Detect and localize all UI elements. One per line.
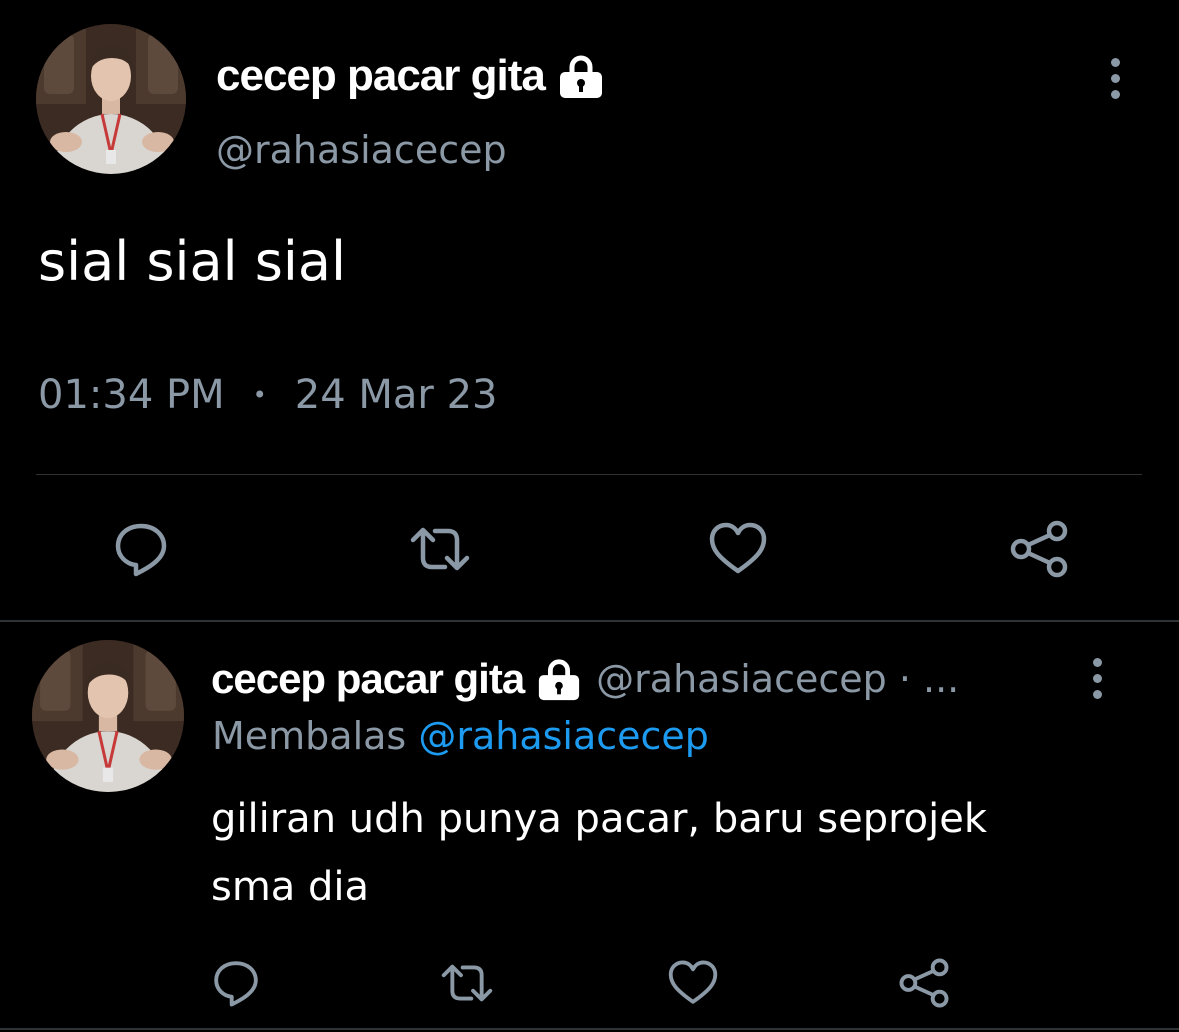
lock-icon (536, 656, 582, 702)
retweet-icon (441, 964, 493, 1002)
separator-dot: • (252, 381, 267, 409)
avatar[interactable] (36, 24, 186, 174)
reply-button[interactable] (108, 516, 174, 582)
reply-icon (115, 523, 167, 577)
reply-text-line-1: giliran udh punya pacar, baru seprojek (211, 796, 988, 842)
display-name[interactable]: cecep pacar gita (211, 655, 525, 703)
reply-button[interactable] (208, 955, 264, 1011)
handle[interactable]: @rahasiacecep (216, 128, 507, 172)
tweet-time: 01:34 PM (38, 372, 225, 418)
retweet-icon (410, 527, 470, 571)
avatar[interactable] (32, 640, 184, 792)
share-icon (1010, 520, 1068, 578)
display-name[interactable]: cecep pacar gita (216, 51, 546, 101)
tweet-timestamp: 01:34 PM • 24 Mar 23 (38, 372, 497, 418)
replying-to: Membalas @rahasiacecep (212, 714, 709, 758)
reply-text-line-2: sma dia (211, 864, 370, 910)
section-divider (0, 620, 1179, 622)
lock-icon (557, 52, 605, 100)
more-vertical-icon[interactable] (1085, 658, 1109, 699)
tweet-text: sial sial sial (38, 230, 347, 293)
share-button[interactable] (896, 955, 952, 1011)
bottom-divider (0, 1028, 1179, 1030)
handle-meta[interactable]: @rahasiacecep · ... (596, 657, 959, 701)
replying-mention-link[interactable]: @rahasiacecep (418, 714, 709, 758)
share-icon (899, 958, 949, 1008)
like-button[interactable] (705, 516, 771, 582)
retweet-button[interactable] (405, 516, 475, 582)
tweet-date: 24 Mar 23 (294, 372, 498, 418)
like-button[interactable] (665, 955, 721, 1011)
retweet-button[interactable] (437, 955, 497, 1011)
replying-prefix: Membalas (212, 714, 407, 758)
like-icon (668, 960, 718, 1004)
share-button[interactable] (1006, 516, 1072, 582)
like-icon (709, 522, 767, 574)
reply-icon (214, 961, 258, 1007)
divider (36, 474, 1142, 475)
main-tweet: cecep pacar gita @rahasiacecep sial sial… (0, 0, 1179, 620)
more-vertical-icon[interactable] (1103, 58, 1127, 99)
